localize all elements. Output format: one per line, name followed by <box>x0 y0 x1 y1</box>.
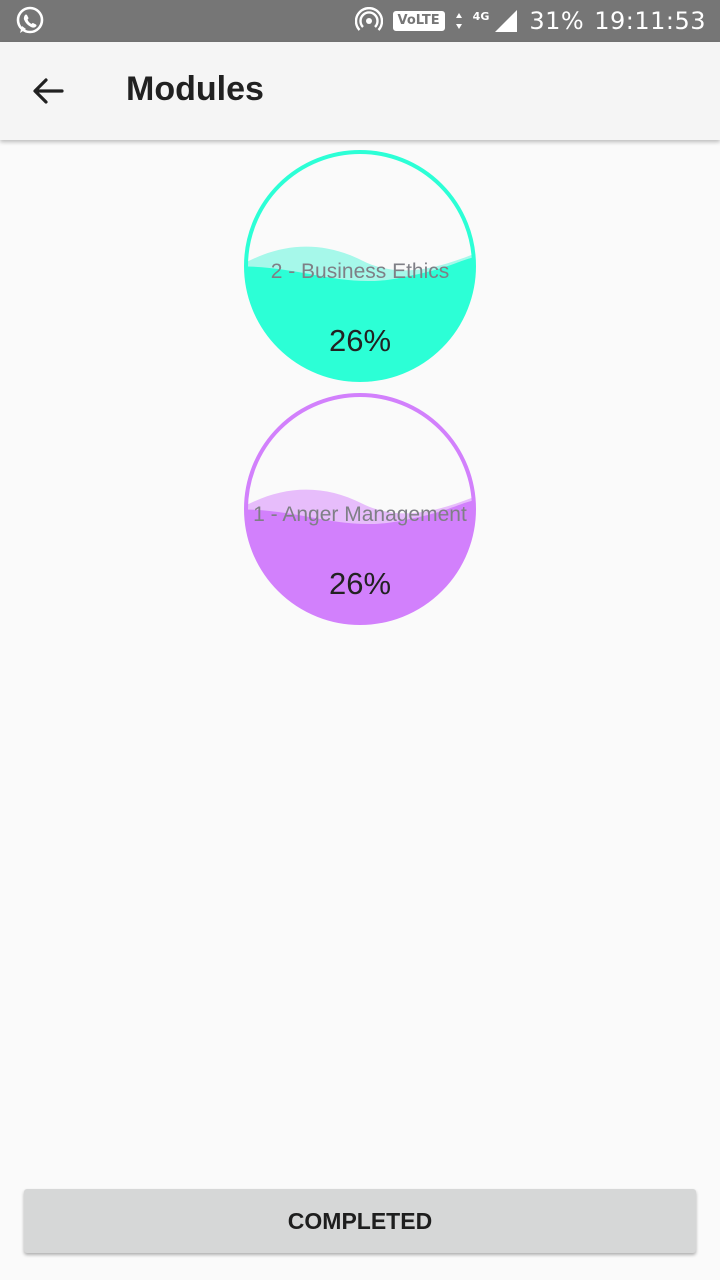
clock: 19:11:53 <box>594 7 706 35</box>
network-type: 4G <box>472 9 490 23</box>
module-card[interactable]: 2 - Business Ethics 26% <box>242 148 478 384</box>
page-title: Modules <box>126 70 264 108</box>
whatsapp-icon <box>14 5 48 37</box>
module-card[interactable]: 1 - Anger Management 26% <box>242 391 478 627</box>
status-indicators: VoLTE 4G 31% 19:11:53 <box>354 0 707 42</box>
hotspot-icon <box>354 7 383 31</box>
module-name: 1 - Anger Management <box>253 503 467 526</box>
volte-icon: VoLTE <box>392 11 445 31</box>
completed-button[interactable]: COMPLETED <box>24 1189 696 1253</box>
data-arrows-icon <box>455 13 462 29</box>
app-bar: Modules <box>0 42 720 140</box>
status-bar: VoLTE 4G 31% 19:11:53 <box>0 0 720 42</box>
module-percent: 26% <box>328 323 392 358</box>
module-name: 2 - Business Ethics <box>270 260 450 283</box>
battery-level: 31% <box>529 7 585 35</box>
module-percent: 26% <box>328 566 392 601</box>
signal-icon <box>495 10 518 32</box>
arrow-left-icon <box>33 78 64 104</box>
back-button[interactable] <box>26 68 72 114</box>
